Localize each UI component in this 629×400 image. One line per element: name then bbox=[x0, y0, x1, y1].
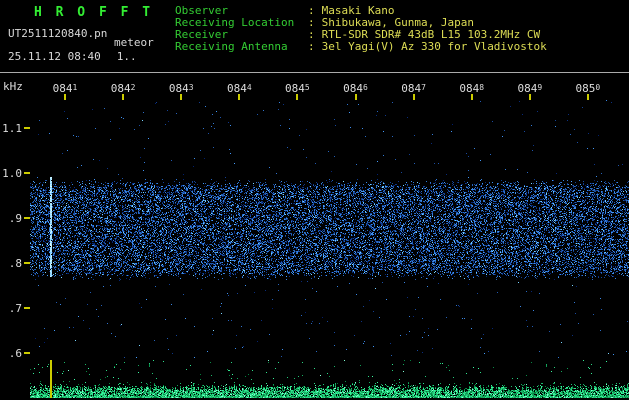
signal-level-strip-canvas bbox=[30, 360, 629, 398]
y-tick-label: 1.1 bbox=[2, 122, 22, 135]
y-tick-label: .8 bbox=[8, 256, 22, 270]
y-tick-label: .9 bbox=[8, 211, 22, 225]
y-tick-label: .6 bbox=[8, 346, 22, 360]
hrofft-screen: H R O F F T UT2511120840.pn meteor 25.11… bbox=[0, 0, 629, 400]
spectrogram-canvas bbox=[30, 100, 629, 358]
y-tick-label: 1.0 bbox=[2, 166, 22, 180]
y-tick-label: .7 bbox=[8, 301, 22, 315]
